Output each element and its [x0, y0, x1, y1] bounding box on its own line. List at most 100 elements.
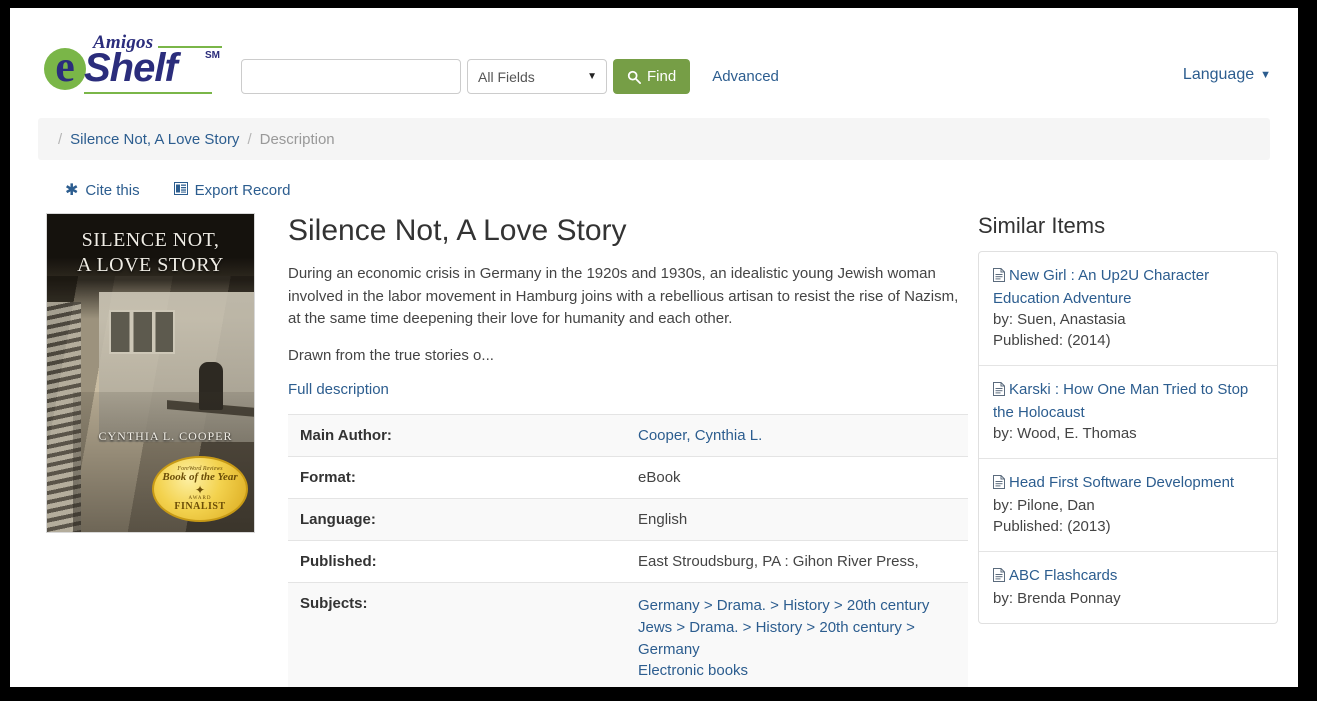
- similar-item-published: Published: (2013): [993, 518, 1111, 535]
- logo-bottom-rule: [84, 92, 212, 94]
- field-value-published: East Stroudsburg, PA : Gihon River Press…: [638, 553, 919, 570]
- site-header: Amigos e Shelf SM All Fields ▼ Find Adva…: [10, 8, 1298, 118]
- field-label-language: Language:: [300, 511, 376, 528]
- subject-chain: Jews > Drama. > History > 20th century >…: [638, 617, 960, 661]
- subject-link[interactable]: Electronic books: [638, 662, 748, 679]
- subject-chain: Germany > Drama. > History > 20th centur…: [638, 595, 960, 617]
- browser-page: Amigos e Shelf SM All Fields ▼ Find Adva…: [10, 8, 1298, 687]
- list-item: Head First Software Development by: Pilo…: [979, 459, 1277, 552]
- subject-separator: >: [765, 597, 784, 614]
- site-logo[interactable]: Amigos e Shelf SM: [40, 18, 222, 94]
- find-button-label: Find: [647, 68, 677, 85]
- chevron-down-icon: ▼: [1260, 69, 1271, 81]
- subject-separator: >: [672, 618, 690, 636]
- breadcrumb-separator: /: [247, 130, 252, 148]
- full-description-link[interactable]: Full description: [288, 381, 389, 398]
- subject-link[interactable]: History: [756, 619, 803, 636]
- cover-column: SILENCE NOT, A LOVE STORY CYNTHIA L. COO…: [10, 213, 256, 533]
- logo-servicemark-text: SM: [205, 50, 220, 61]
- search-icon: [627, 70, 641, 84]
- subject-link[interactable]: Germany: [638, 641, 700, 658]
- award-seal-badge: ForeWord Reviews Book of the Year ✦ AWAR…: [152, 456, 248, 522]
- record-description-paragraph-1: During an economic crisis in Germany in …: [288, 265, 959, 327]
- star-icon: ✦: [194, 482, 206, 497]
- subject-link[interactable]: Drama.: [717, 597, 766, 614]
- record-content: SILENCE NOT, A LOVE STORY CYNTHIA L. COO…: [10, 199, 1298, 687]
- advanced-search-link[interactable]: Advanced: [712, 68, 779, 85]
- subject-link[interactable]: Germany: [638, 597, 700, 614]
- table-row: Format: eBook: [288, 456, 968, 499]
- field-value-main-author: Cooper, Cynthia L.: [638, 415, 968, 457]
- list-item: Karski : How One Man Tried to Stop the H…: [979, 366, 1277, 459]
- similar-item-title-link[interactable]: New Girl : An Up2U Character Education A…: [993, 267, 1209, 307]
- breadcrumb: / Silence Not, A Love Story / Descriptio…: [38, 118, 1270, 160]
- language-menu-label: Language: [1182, 66, 1255, 83]
- cite-this-button[interactable]: ✱ Cite this: [65, 182, 140, 199]
- subject-separator: >: [738, 618, 756, 636]
- breadcrumb-separator: /: [58, 130, 63, 148]
- list-item: ABC Flashcards by: Brenda Ponnay: [979, 552, 1277, 623]
- asterisk-icon: ✱: [65, 181, 79, 199]
- document-icon: [993, 567, 1005, 588]
- table-row: Subjects: Germany > Drama. > History > 2…: [288, 582, 968, 688]
- field-value-subjects: Germany > Drama. > History > 20th centur…: [638, 583, 968, 688]
- book-cover-image[interactable]: SILENCE NOT, A LOVE STORY CYNTHIA L. COO…: [46, 213, 255, 533]
- award-seal-line-4: FINALIST: [174, 500, 226, 512]
- field-value-format: eBook: [638, 469, 681, 486]
- cover-author-text: CYNTHIA L. COOPER: [98, 429, 233, 443]
- field-label-format: Format:: [300, 469, 356, 486]
- export-record-button[interactable]: Export Record: [173, 182, 291, 199]
- similar-item-published: Published: (2014): [993, 332, 1111, 349]
- field-label-main-author: Main Author:: [300, 427, 392, 444]
- record-details-table: Main Author: Cooper, Cynthia L. Format: …: [288, 414, 968, 687]
- subject-separator: >: [802, 618, 820, 636]
- record-actions: ✱ Cite this Export Record: [65, 182, 1298, 199]
- subject-separator: >: [829, 597, 847, 614]
- subject-separator: >: [901, 618, 915, 636]
- find-button[interactable]: Find: [613, 59, 691, 94]
- search-bar: All Fields ▼ Find Advanced: [241, 59, 779, 94]
- similar-item-title-link[interactable]: Karski : How One Man Tried to Stop the H…: [993, 381, 1248, 421]
- cover-title-line-2: A LOVE STORY: [77, 254, 224, 276]
- subject-chain: Electronic books: [638, 660, 960, 682]
- record-details-body: Main Author: Cooper, Cynthia L. Format: …: [288, 414, 968, 688]
- field-value-language: English: [638, 511, 688, 528]
- chevron-down-icon: ▼: [587, 71, 597, 82]
- language-menu[interactable]: Language ▼: [1183, 66, 1271, 84]
- subject-link[interactable]: Jews: [638, 619, 672, 636]
- subject-link[interactable]: History: [783, 597, 830, 614]
- table-row: Published: East Stroudsburg, PA : Gihon …: [288, 540, 968, 583]
- main-author-link[interactable]: Cooper, Cynthia L.: [638, 427, 762, 444]
- similar-items-column: Similar Items New Girl : An Up2U Charact…: [978, 213, 1298, 624]
- document-icon: [993, 267, 1005, 288]
- cover-title-text: SILENCE NOT, A LOVE STORY: [47, 228, 254, 278]
- export-record-label: Export Record: [194, 182, 291, 199]
- subject-separator: >: [699, 597, 717, 614]
- cover-windows-shape: [109, 310, 175, 354]
- search-input[interactable]: [241, 59, 461, 94]
- field-label-published: Published:: [300, 553, 377, 570]
- similar-item-title-link[interactable]: Head First Software Development: [1009, 474, 1234, 491]
- page-title: Silence Not, A Love Story: [288, 214, 627, 247]
- logo-shelf-text: Shelf: [84, 46, 178, 90]
- list-item: New Girl : An Up2U Character Education A…: [979, 252, 1277, 366]
- document-icon: [993, 474, 1005, 495]
- record-main-column: Silence Not, A Love Story During an econ…: [256, 213, 978, 687]
- record-description-paragraph-2: Drawn from the true stories o...: [288, 346, 494, 364]
- similar-item-title-link[interactable]: ABC Flashcards: [1009, 567, 1117, 584]
- breadcrumb-item-record[interactable]: Silence Not, A Love Story: [70, 131, 239, 148]
- similar-item-author: by: Suen, Anastasia: [993, 311, 1126, 328]
- subject-link[interactable]: Drama.: [689, 619, 738, 636]
- similar-item-author: by: Wood, E. Thomas: [993, 425, 1137, 442]
- search-field-selected-value: All Fields: [478, 68, 535, 85]
- table-row: Main Author: Cooper, Cynthia L.: [288, 414, 968, 457]
- table-row: Language: English: [288, 498, 968, 541]
- similar-item-author: by: Pilone, Dan: [993, 497, 1095, 514]
- similar-items-title: Similar Items: [978, 213, 1106, 238]
- export-icon: [173, 182, 188, 199]
- search-field-select[interactable]: All Fields ▼: [467, 59, 607, 94]
- subject-link[interactable]: 20th century: [819, 619, 902, 636]
- document-icon: [993, 381, 1005, 402]
- logo-e-letter: e: [55, 42, 75, 91]
- subject-link[interactable]: 20th century: [847, 597, 930, 614]
